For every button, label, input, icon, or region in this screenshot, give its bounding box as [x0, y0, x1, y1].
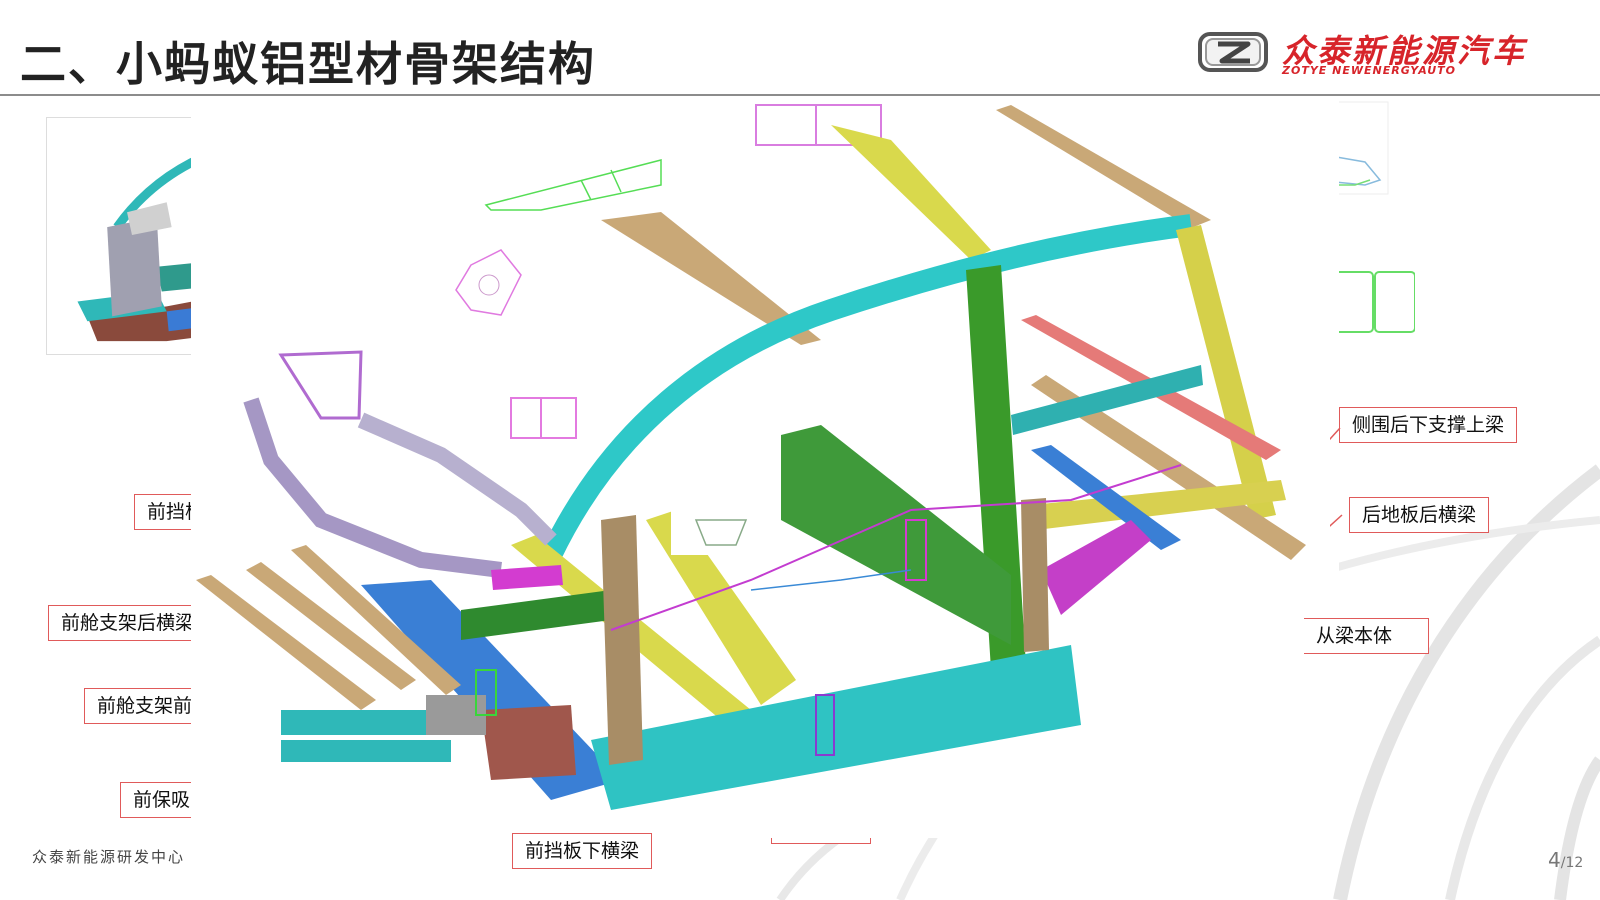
logo-english-text: ZOTYE NEWENERGYAUTO [1282, 64, 1456, 77]
callout-leader-lines [1330, 427, 1343, 527]
label-rear-floor-rear-crossmember: 后地板后横梁 [1349, 497, 1490, 533]
zotye-logo-icon [1198, 32, 1268, 72]
page-total: /12 [1560, 855, 1584, 871]
footer-org: 众泰新能源研发中心 [32, 848, 186, 866]
main-frame-diagram [191, 100, 1339, 838]
header-divider [0, 94, 1600, 96]
page-number: 4/12 [1548, 848, 1583, 872]
label-front-dash-lower-crossmember: 前挡板下横梁 [512, 833, 653, 869]
page-title: 二、小蚂蚁铝型材骨架结构 [20, 37, 596, 91]
page-current: 4 [1548, 848, 1561, 872]
label-longitudinal-body: 从梁本体 [1304, 618, 1429, 654]
brand-logo: 众泰新能源汽车 ZOTYE NEWENERGYAUTO [1198, 30, 1583, 77]
